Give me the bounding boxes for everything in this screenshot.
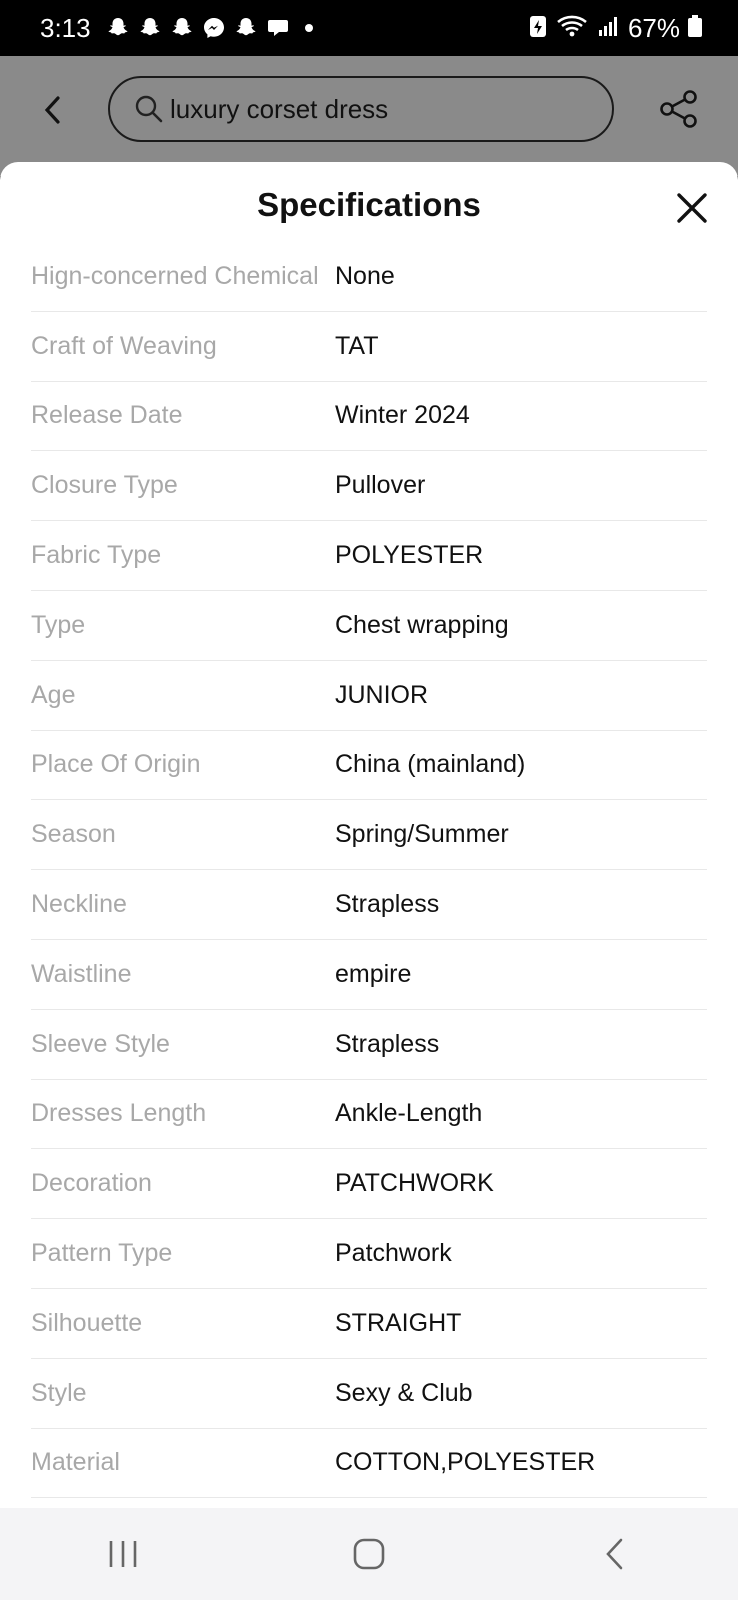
home-icon: [353, 1538, 385, 1570]
spec-row: Closure Type Pullover: [31, 451, 707, 522]
spec-row: Material COTTON,POLYESTER: [31, 1429, 707, 1499]
search-icon: [134, 94, 164, 124]
spec-row: Age JUNIOR: [31, 661, 707, 731]
status-right: 67%: [528, 13, 702, 44]
spec-row: Decoration PATCHWORK: [31, 1149, 707, 1220]
spec-value: China (mainland): [335, 750, 526, 779]
spec-row: Hign-concerned Chemical None: [31, 242, 707, 312]
signal-icon: [598, 13, 620, 44]
messenger-icon: [201, 15, 227, 41]
spec-label: Closure Type: [31, 471, 178, 500]
back-icon: [606, 1538, 623, 1570]
spec-value: Ankle-Length: [335, 1099, 483, 1128]
home-button[interactable]: [339, 1524, 399, 1584]
spec-label: Dresses Length: [31, 1099, 207, 1128]
spec-row: Craft of Weaving TAT: [31, 312, 707, 382]
spec-value: Winter 2024: [335, 401, 470, 430]
spec-row: Neckline Strapless: [31, 870, 707, 940]
spec-value: PATCHWORK: [335, 1169, 494, 1198]
spec-label: Neckline: [31, 890, 127, 919]
spec-label: Release Date: [31, 401, 183, 430]
wifi-icon: [556, 13, 590, 44]
close-icon: [677, 193, 707, 223]
search-query: luxury corset dress: [170, 93, 389, 124]
spec-row: Type Chest wrapping: [31, 591, 707, 661]
back-button[interactable]: [38, 92, 68, 128]
status-time: 3:13: [40, 12, 91, 43]
spec-value: POLYESTER: [335, 541, 484, 570]
notification-icons: [105, 15, 313, 41]
spec-label: Sleeve Style: [31, 1029, 170, 1058]
spec-value: None: [335, 261, 395, 290]
spec-row: Style Sexy & Club: [31, 1359, 707, 1429]
spec-label: Material: [31, 1448, 120, 1477]
spec-label: Style: [31, 1378, 87, 1407]
share-icon: [660, 90, 697, 128]
spec-label: Fabric Type: [31, 541, 162, 570]
spec-label: Hign-concerned Chemical: [31, 261, 319, 290]
spec-row: Silhouette STRAIGHT: [31, 1289, 707, 1359]
spec-row: Waistline empire: [31, 940, 707, 1010]
close-button[interactable]: [674, 190, 710, 226]
battery-saver-icon: [528, 13, 548, 44]
spec-label: Waistline: [31, 959, 132, 988]
spec-label: Age: [31, 680, 76, 709]
spec-label: Decoration: [31, 1169, 152, 1198]
spec-row: Dresses Length Ankle-Length: [31, 1080, 707, 1150]
spec-row: Sleeve Style Strapless: [31, 1010, 707, 1080]
spec-list: Hign-concerned Chemical None Craft of Weav…: [31, 242, 707, 1499]
snapchat-icon: [105, 15, 131, 41]
spec-label: Place Of Origin: [31, 750, 201, 779]
chat-icon: [265, 15, 291, 41]
recent-apps-button[interactable]: [93, 1524, 153, 1584]
spec-row: Release Date Winter 2024: [31, 382, 707, 452]
specifications-sheet: Specifications Hign-concerned Chemical No…: [0, 162, 738, 1508]
spec-row: Place Of Origin China (mainland): [31, 731, 707, 801]
share-button[interactable]: [658, 88, 700, 130]
spec-value: STRAIGHT: [335, 1308, 462, 1337]
spec-label: Silhouette: [31, 1308, 143, 1337]
spec-value: Chest wrapping: [335, 610, 509, 639]
spec-row: Fabric Type POLYESTER: [31, 521, 707, 591]
spec-value: Sexy & Club: [335, 1378, 473, 1407]
spec-row: Season Spring/Summer: [31, 800, 707, 871]
status-bar: 3:13 67%: [0, 0, 738, 56]
spec-label: Season: [31, 820, 116, 849]
recent-apps-icon: [109, 1541, 137, 1567]
spec-label: Pattern Type: [31, 1239, 173, 1268]
battery-percent: 67%: [627, 12, 680, 43]
back-nav-button[interactable]: [585, 1524, 645, 1584]
spec-value: empire: [335, 959, 412, 988]
spec-row: Pattern Type Patchwork: [31, 1219, 707, 1289]
spec-value: TAT: [335, 331, 379, 360]
spec-value: Strapless: [335, 1029, 440, 1058]
spec-value: Pullover: [335, 471, 426, 500]
app-header: luxury corset dress: [0, 56, 738, 176]
spec-value: JUNIOR: [335, 680, 429, 709]
chevron-left-icon: [44, 96, 60, 124]
snapchat-icon: [169, 15, 195, 41]
search-input[interactable]: luxury corset dress: [108, 76, 614, 142]
spec-value: Strapless: [335, 890, 440, 919]
snapchat-icon: [137, 15, 163, 41]
battery-icon: [688, 13, 702, 44]
sheet-title: Specifications: [257, 186, 481, 223]
spec-label: Type: [31, 610, 86, 639]
spec-label: Craft of Weaving: [31, 331, 217, 360]
spec-value: Spring/Summer: [335, 820, 509, 849]
more-notifications-dot-icon: [304, 24, 313, 32]
spec-value: COTTON,POLYESTER: [335, 1448, 596, 1477]
navigation-bar: [0, 1508, 738, 1600]
snapchat-icon: [233, 15, 259, 41]
spec-value: Patchwork: [335, 1239, 452, 1268]
